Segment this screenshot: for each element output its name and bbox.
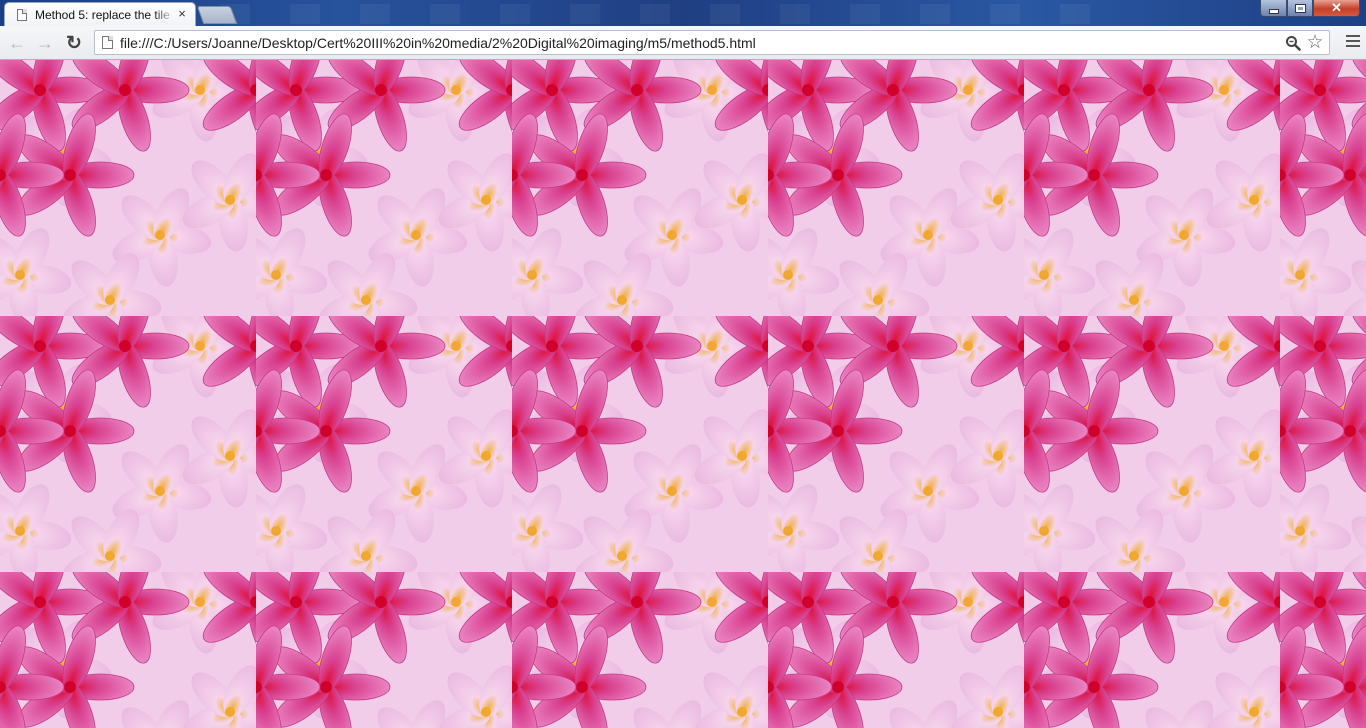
arrow-left-icon: ← xyxy=(8,32,26,53)
flower-tile-background xyxy=(0,60,1366,728)
hamburger-menu-icon[interactable] xyxy=(1346,35,1360,49)
window-close-button[interactable]: ✕ xyxy=(1313,0,1360,17)
magnifier-icon[interactable] xyxy=(1285,35,1301,51)
arrow-right-icon: → xyxy=(36,32,54,53)
back-button[interactable]: ← xyxy=(6,32,28,54)
forward-button[interactable]: → xyxy=(34,32,56,54)
browser-tab-active[interactable]: Method 5: replace the tile × xyxy=(4,2,196,26)
minimize-icon xyxy=(1268,8,1279,14)
reload-icon: ↻ xyxy=(66,32,82,54)
page-icon xyxy=(17,8,27,21)
new-tab-button[interactable] xyxy=(196,6,238,24)
close-icon[interactable]: × xyxy=(175,7,189,21)
page-icon xyxy=(102,36,113,49)
browser-toolbar: ← → ↻ file:///C:/Users/Joanne/Desktop/Ce… xyxy=(0,26,1366,60)
page-content-tiled-background xyxy=(0,60,1366,728)
maximize-button[interactable] xyxy=(1287,0,1313,17)
tab-title: Method 5: replace the tile xyxy=(35,7,170,22)
window-controls: ✕ xyxy=(1260,0,1360,18)
window-titlebar: Method 5: replace the tile × ✕ xyxy=(0,0,1366,26)
star-icon[interactable]: ☆ xyxy=(1305,33,1325,53)
minimize-button[interactable] xyxy=(1260,0,1287,17)
url-text[interactable]: file:///C:/Users/Joanne/Desktop/Cert%20I… xyxy=(120,35,756,51)
restore-icon xyxy=(1294,3,1306,13)
address-bar[interactable]: file:///C:/Users/Joanne/Desktop/Cert%20I… xyxy=(94,30,1330,55)
reload-button[interactable]: ↻ xyxy=(63,32,85,54)
